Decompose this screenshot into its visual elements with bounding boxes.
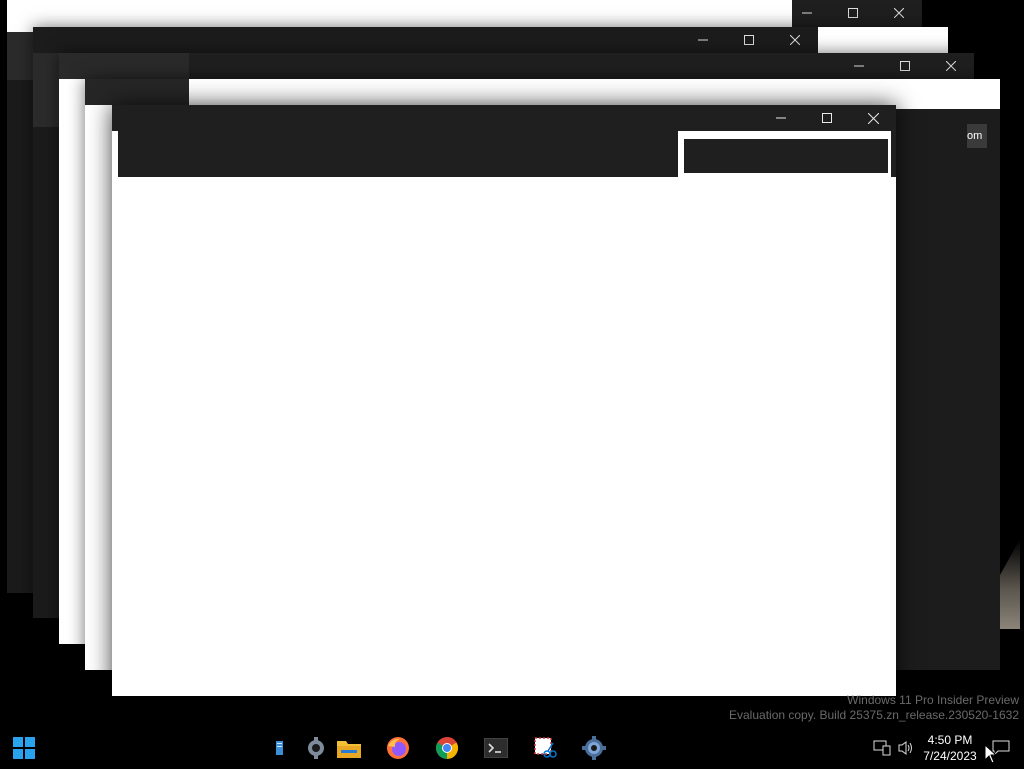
- window-2-side-strip: [33, 53, 59, 127]
- window-4-right-column: [896, 109, 1000, 670]
- window-4-partial-button[interactable]: om: [967, 124, 987, 148]
- clock-date: 7/24/2023: [923, 749, 977, 763]
- file-explorer-icon[interactable]: [333, 732, 365, 764]
- text-editor-icon[interactable]: [262, 732, 294, 764]
- close-button[interactable]: [850, 105, 896, 131]
- snipping-tool-icon[interactable]: [529, 732, 561, 764]
- front-window[interactable]: [112, 105, 896, 696]
- window-4-tab[interactable]: [85, 79, 189, 105]
- window-2-maximize-button[interactable]: [726, 27, 772, 53]
- window-2-minimize-button[interactable]: [680, 27, 726, 53]
- window-3-titlebar[interactable]: [59, 53, 974, 79]
- window-1-maximize-button[interactable]: [830, 0, 876, 26]
- firefox-icon[interactable]: [382, 732, 414, 764]
- window-3-close-button[interactable]: [928, 53, 974, 79]
- window-4-left-panel: [85, 105, 112, 670]
- front-window-content: [112, 177, 896, 696]
- watermark-line-1: Windows 11 Pro Insider Preview: [847, 693, 1019, 707]
- address-bar[interactable]: [118, 131, 678, 177]
- front-window-titlebar[interactable]: [112, 105, 896, 131]
- window-3-maximize-button[interactable]: [882, 53, 928, 79]
- window-4-wallpaper-peek: [1000, 539, 1020, 629]
- window-1-titlebar[interactable]: [792, 0, 922, 26]
- volume-icon[interactable]: [896, 728, 916, 768]
- window-2-titlebar[interactable]: [33, 27, 818, 53]
- settings-gear-icon[interactable]: [300, 732, 332, 764]
- search-box[interactable]: [684, 137, 888, 173]
- toolbar-edge: [891, 131, 896, 177]
- window-2-close-button[interactable]: [772, 27, 818, 53]
- network-icon[interactable]: [872, 728, 892, 768]
- watermark-line-2: Evaluation copy. Build 25375.zn_release.…: [729, 708, 1019, 722]
- maximize-button[interactable]: [804, 105, 850, 131]
- mouse-cursor-icon: [984, 743, 998, 769]
- window-1-close-button[interactable]: [876, 0, 922, 26]
- taskbar: 4:50 PM 7/24/2023: [0, 728, 1024, 768]
- evaluation-watermark: Windows 11 Pro Insider Preview Evaluatio…: [729, 693, 1019, 723]
- window-3-tab[interactable]: [59, 53, 189, 79]
- window-1-side-strip: [7, 32, 33, 80]
- window-2-content-area: [818, 27, 948, 53]
- chrome-icon[interactable]: [431, 732, 463, 764]
- windows-start-icon[interactable]: [8, 732, 40, 764]
- front-window-toolbar: [112, 131, 896, 177]
- window-1-minimize-button[interactable]: [784, 0, 830, 26]
- window-3-minimize-button[interactable]: [836, 53, 882, 79]
- system-clock[interactable]: 4:50 PM 7/24/2023: [918, 732, 982, 764]
- minimize-button[interactable]: [758, 105, 804, 131]
- clock-time: 4:50 PM: [927, 733, 973, 747]
- settings-app-icon[interactable]: [578, 732, 610, 764]
- terminal-icon[interactable]: [480, 732, 512, 764]
